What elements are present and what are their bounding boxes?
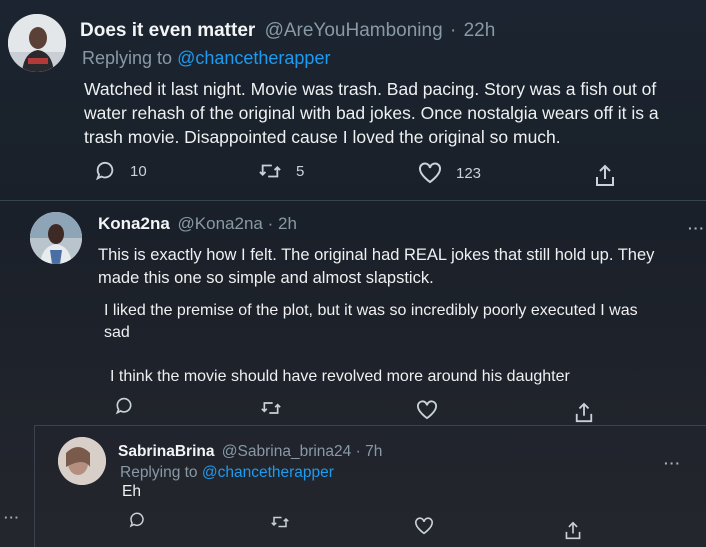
share-button[interactable] xyxy=(574,402,594,424)
retweet-icon xyxy=(271,516,289,528)
like-icon xyxy=(415,517,433,535)
like-button[interactable]: 123 xyxy=(418,162,481,184)
timestamp[interactable]: 7h xyxy=(365,443,382,460)
like-icon xyxy=(419,162,441,184)
share-icon xyxy=(565,521,581,540)
tweet-2[interactable]: Kona2na @Kona2na · 2h ··· This is exactl… xyxy=(0,200,706,425)
more-icon[interactable]: ··· xyxy=(4,510,20,525)
tweet-text-line: made this one so simple and almost slaps… xyxy=(98,269,434,287)
handle[interactable]: @Kona2na xyxy=(178,214,263,233)
tweet-text-line: Watched it last night. Movie was trash. … xyxy=(84,79,657,99)
tweet-header: SabrinaBrina @Sabrina_brina24 · 7h xyxy=(118,443,382,461)
share-icon xyxy=(596,164,614,186)
like-icon xyxy=(417,400,437,420)
separator: · xyxy=(355,443,361,460)
reply-count: 10 xyxy=(130,162,147,180)
tweet-text-line: sad xyxy=(104,324,130,341)
tweet-actions xyxy=(0,396,706,426)
retweet-button[interactable] xyxy=(260,398,282,418)
timestamp[interactable]: 2h xyxy=(278,214,297,233)
tweet-header: Does it even matter @AreYouHamboning · 2… xyxy=(80,20,495,42)
tweet-text: I liked the premise of the plot, but it … xyxy=(104,300,638,344)
like-button[interactable] xyxy=(416,400,438,420)
tweet-text-line: This is exactly how I felt. The original… xyxy=(98,246,655,264)
like-button[interactable] xyxy=(414,517,434,535)
retweet-button[interactable] xyxy=(270,513,290,531)
tweet-text-line: trash movie. Disappointed cause I loved … xyxy=(84,127,561,147)
share-button[interactable] xyxy=(564,521,582,541)
separator: · xyxy=(267,214,274,233)
tweet-1[interactable]: Does it even matter @AreYouHamboning · 2… xyxy=(0,0,706,200)
retweet-button[interactable]: 5 xyxy=(258,160,304,182)
reply-button[interactable] xyxy=(128,511,146,529)
more-icon[interactable]: ··· xyxy=(664,455,681,471)
reply-icon xyxy=(95,161,114,181)
avatar-image xyxy=(30,212,82,264)
tweet-header: Kona2na @Kona2na · 2h xyxy=(98,214,297,234)
share-icon xyxy=(575,402,593,423)
retweet-icon xyxy=(261,402,281,414)
display-name[interactable]: SabrinaBrina xyxy=(118,443,214,460)
tweet-actions xyxy=(0,511,706,541)
avatar-image xyxy=(58,437,106,485)
replying-to-handle[interactable]: @chancetherapper xyxy=(202,464,334,481)
tweet-text-line: I think the movie should have revolved m… xyxy=(110,368,570,385)
tweet-text: I think the movie should have revolved m… xyxy=(110,366,570,388)
retweet-icon xyxy=(259,164,281,178)
reply-button[interactable] xyxy=(114,396,134,416)
timestamp[interactable]: 22h xyxy=(464,20,496,41)
avatar-image xyxy=(8,14,66,72)
tweet-text-line: water rehash of the original with bad jo… xyxy=(84,103,659,123)
share-button[interactable] xyxy=(594,164,616,188)
reply-icon xyxy=(129,512,144,528)
separator: · xyxy=(449,20,457,41)
reply-button[interactable]: 10 xyxy=(94,160,147,182)
replying-to-line: Replying to @chancetherapper xyxy=(120,464,334,482)
tweet-actions: 10 5 123 xyxy=(0,160,706,190)
replying-to-handle[interactable]: @chancetherapper xyxy=(177,48,330,68)
retweet-count: 5 xyxy=(296,162,305,180)
tweet-text: Watched it last night. Movie was trash. … xyxy=(84,77,659,149)
like-count: 123 xyxy=(456,164,482,182)
avatar[interactable] xyxy=(8,14,66,72)
replying-prefix: Replying to xyxy=(120,464,198,481)
avatar[interactable] xyxy=(58,437,106,485)
handle[interactable]: @AreYouHamboning xyxy=(265,20,443,41)
tweet-3[interactable]: SabrinaBrina @Sabrina_brina24 · 7h ··· R… xyxy=(0,425,706,547)
replying-to-line: Replying to @chancetherapper xyxy=(82,48,330,69)
avatar[interactable] xyxy=(30,212,82,264)
display-name[interactable]: Does it even matter xyxy=(80,20,255,41)
tweet-text-line: I liked the premise of the plot, but it … xyxy=(104,302,638,319)
more-icon[interactable]: ··· xyxy=(688,220,705,236)
handle[interactable]: @Sabrina_brina24 xyxy=(222,443,352,460)
replying-prefix: Replying to xyxy=(82,48,173,68)
reply-icon xyxy=(115,397,132,415)
tweet-text: This is exactly how I felt. The original… xyxy=(98,244,654,290)
tweet-text: Eh xyxy=(122,483,141,500)
display-name[interactable]: Kona2na xyxy=(98,214,170,233)
